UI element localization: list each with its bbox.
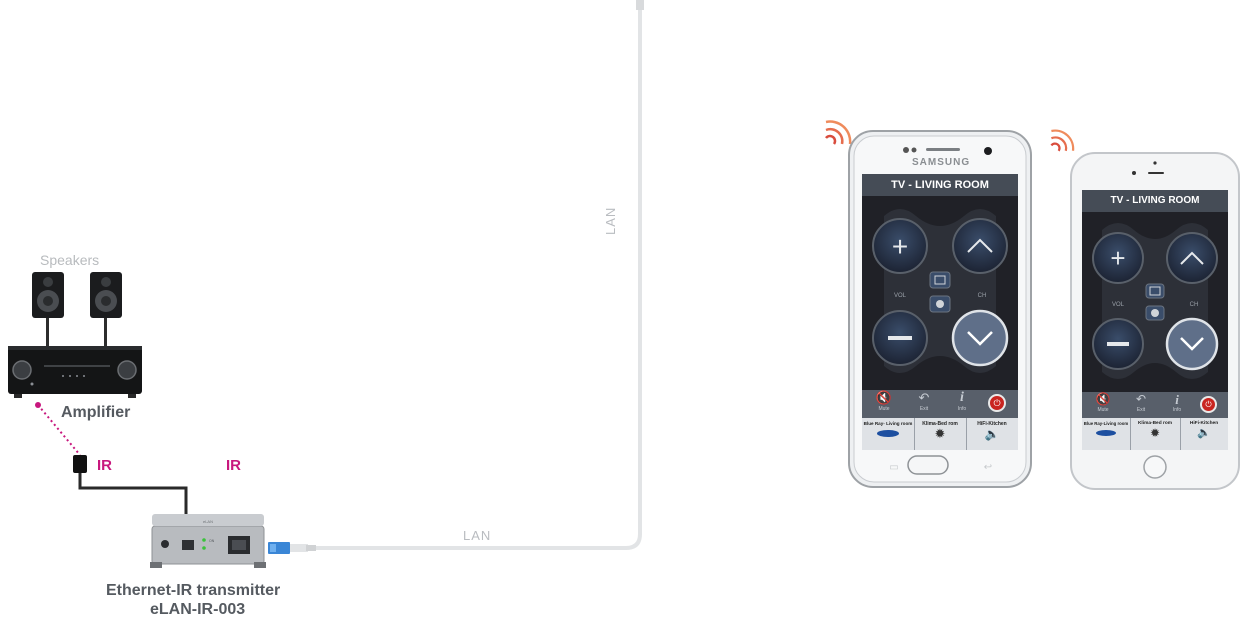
svg-text:+: + <box>1110 243 1125 273</box>
shortcut-label: Blue Ray- Living room <box>863 421 913 426</box>
speaker-icon: 🔈 <box>984 427 1000 441</box>
ir-label-left: IR <box>97 457 112 474</box>
iphone-phone: TV - LIVING ROOM + VOL CH 🔇 Mute ↶ Exit … <box>1070 152 1240 490</box>
shortcut-klima[interactable]: Klima-Bed rom ✹ <box>914 418 967 450</box>
remote-pad: + VOL CH <box>1082 212 1228 392</box>
bluray-icon <box>1096 430 1116 436</box>
screen-title: TV - LIVING ROOM <box>862 174 1018 196</box>
transmitter-label-line2: eLAN-IR-003 <box>150 601 246 618</box>
ir-label-right: IR <box>226 457 241 474</box>
sun-icon: ✹ <box>1149 426 1161 440</box>
exit-label: Exit <box>1136 407 1146 413</box>
power-icon: ⏻ <box>993 398 1001 408</box>
function-row: 🔇 Mute ↶ Exit i Info ⏻ <box>1082 392 1228 418</box>
power-icon: ⏻ <box>1205 400 1212 409</box>
ch-label: CH <box>1190 302 1199 308</box>
speakers-icon <box>32 272 122 350</box>
info-button[interactable]: i Info <box>1162 392 1192 418</box>
vol-label: VOL <box>894 293 907 299</box>
mute-icon: 🔇 <box>875 390 893 405</box>
bluray-icon <box>877 430 899 437</box>
ch-down-button[interactable] <box>951 309 1009 367</box>
ethernet-ir-transmitter-device: eLAN ON <box>150 514 266 568</box>
info-button[interactable]: i Info <box>946 390 978 418</box>
ch-up-button[interactable] <box>1166 232 1218 284</box>
info-icon: i <box>1175 392 1179 407</box>
lan-label-horizontal: LAN <box>463 528 492 543</box>
svg-text:↩: ↩ <box>984 462 992 473</box>
function-row: 🔇 Mute ↶ Exit i Info ⏻ <box>862 390 1018 418</box>
pie-button[interactable] <box>1145 305 1165 321</box>
shortcut-klima[interactable]: Klima-Bed rom ✹ <box>1130 418 1181 450</box>
shortcut-row: Blue Ray- Living room Klima-Bed rom ✹ Hi… <box>862 418 1018 450</box>
ir-emitter-icon <box>73 455 87 473</box>
mute-label: Mute <box>1097 407 1109 413</box>
info-label: Info <box>1172 407 1182 413</box>
shortcut-row: Blue Ray-Living room Klima-Bed rom ✹ HiF… <box>1082 418 1228 450</box>
iphone-screen: TV - LIVING ROOM + VOL CH 🔇 Mute ↶ Exit … <box>1082 190 1228 450</box>
shortcut-bluray[interactable]: Blue Ray-Living room <box>1082 418 1131 450</box>
vol-down-button[interactable] <box>872 310 928 366</box>
speaker-icon: 🔈 <box>1197 427 1211 439</box>
shortcut-hifi[interactable]: HiFi-Kitchen 🔈 <box>1180 418 1228 450</box>
svg-text:ON: ON <box>209 539 215 543</box>
vol-label: VOL <box>1112 302 1125 308</box>
mute-button[interactable]: 🔇 Mute <box>868 390 900 418</box>
lan-label-vertical: LAN <box>603 206 618 235</box>
shortcut-bluray[interactable]: Blue Ray- Living room <box>862 418 915 450</box>
mute-button[interactable]: 🔇 Mute <box>1088 392 1118 418</box>
exit-icon: ↶ <box>1135 392 1147 406</box>
shortcut-hifi[interactable]: HiFi-Kitchen 🔈 <box>966 418 1018 450</box>
exit-button[interactable]: ↶ Exit <box>908 390 940 418</box>
power-button[interactable]: ⏻ <box>988 394 1006 412</box>
sun-icon: ✹ <box>934 426 946 441</box>
phone-brand: SAMSUNG <box>912 157 971 168</box>
svg-text:▭: ▭ <box>889 462 898 473</box>
vol-down-button[interactable] <box>1092 318 1144 370</box>
vol-up-button[interactable]: + <box>1092 232 1144 284</box>
guide-button[interactable] <box>1145 283 1165 299</box>
speakers-label: Speakers <box>40 252 100 268</box>
samsung-phone: ▭ ↩ SAMSUNG TV - LIVING ROOM + VOL CH 🔇 … <box>848 130 1032 488</box>
lan-cable <box>312 8 642 550</box>
power-button[interactable]: ⏻ <box>1200 396 1217 413</box>
info-icon: i <box>960 390 964 405</box>
mute-label: Mute <box>878 406 890 412</box>
svg-text:eLAN: eLAN <box>203 519 213 524</box>
exit-label: Exit <box>919 406 929 412</box>
lan-plug-icon <box>268 542 316 554</box>
mute-icon: 🔇 <box>1095 392 1111 406</box>
screen-title: TV - LIVING ROOM <box>1082 190 1228 212</box>
transmitter-label-line1: Ethernet-IR transmitter <box>106 582 281 599</box>
ir-cable <box>78 472 188 520</box>
amplifier-label: Amplifier <box>61 404 131 421</box>
ch-down-button[interactable] <box>1165 317 1219 371</box>
ch-label: CH <box>978 293 987 299</box>
amplifier-device <box>8 346 142 398</box>
shortcut-label: Blue Ray-Living room <box>1083 421 1129 426</box>
pie-button[interactable] <box>929 295 951 313</box>
exit-icon: ↶ <box>918 390 930 405</box>
guide-button[interactable] <box>929 271 951 289</box>
ch-up-button[interactable] <box>952 218 1008 274</box>
info-label: Info <box>957 406 967 412</box>
remote-pad: + VOL CH <box>862 196 1018 390</box>
vol-up-button[interactable]: + <box>872 218 928 274</box>
svg-text:+: + <box>892 231 908 262</box>
exit-button[interactable]: ↶ Exit <box>1126 392 1156 418</box>
samsung-screen: TV - LIVING ROOM + VOL CH 🔇 Mute ↶ Exit … <box>862 174 1018 450</box>
